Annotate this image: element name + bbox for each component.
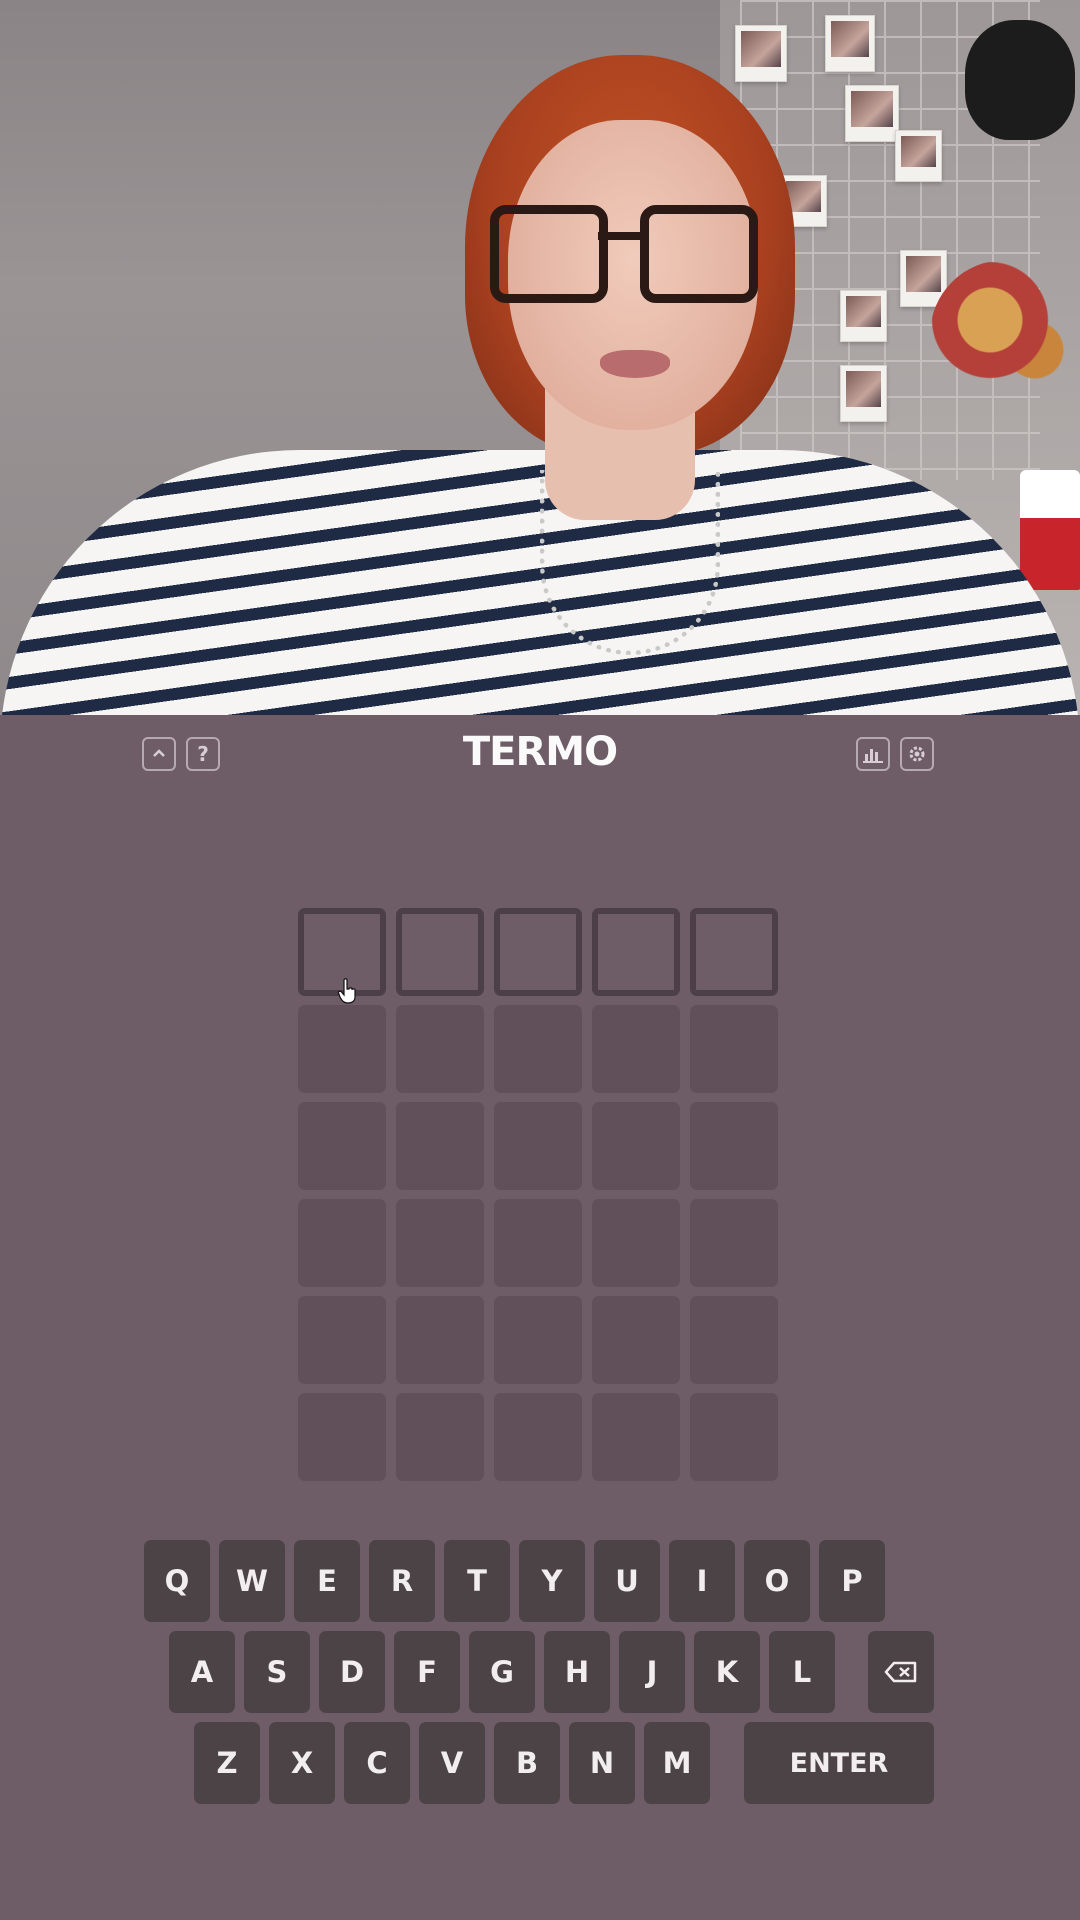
board-tile [690,1296,778,1384]
board-tile [494,1102,582,1190]
key-n[interactable]: N [569,1722,635,1804]
key-z[interactable]: Z [194,1722,260,1804]
photo [840,365,887,422]
plush-toy [965,20,1075,140]
keyboard-row-2: ASDFGHJKL [169,1631,835,1713]
gear-icon[interactable] [900,737,934,771]
stats-icon[interactable] [856,737,890,771]
key-v[interactable]: V [419,1722,485,1804]
board-tile [494,1199,582,1287]
key-q[interactable]: Q [144,1540,210,1622]
board-tile [298,1199,386,1287]
key-i[interactable]: I [669,1540,735,1622]
key-l[interactable]: L [769,1631,835,1713]
glasses-bridge [598,232,642,240]
key-y[interactable]: Y [519,1540,585,1622]
board-tile [494,1296,582,1384]
key-a[interactable]: A [169,1631,235,1713]
board-tile[interactable] [494,908,582,996]
board-tile [494,1393,582,1481]
board-tile [396,1393,484,1481]
key-o[interactable]: O [744,1540,810,1622]
board-tile [396,1296,484,1384]
key-t[interactable]: T [444,1540,510,1622]
key-d[interactable]: D [319,1631,385,1713]
key-k[interactable]: K [694,1631,760,1713]
photo [845,85,899,142]
board-tile [592,1296,680,1384]
game-board [298,908,778,1481]
hand-cursor-icon [338,978,356,1004]
key-e[interactable]: E [294,1540,360,1622]
board-tile [690,1393,778,1481]
mug [1020,470,1080,590]
board-tile [592,1102,680,1190]
board-tile[interactable] [592,908,680,996]
photo [825,15,875,72]
backspace-key[interactable] [868,1631,934,1713]
board-tile [298,1393,386,1481]
board-tile [396,1199,484,1287]
board-tile [592,1199,680,1287]
board-tile [494,1005,582,1093]
person-mouth [600,350,670,378]
key-r[interactable]: R [369,1540,435,1622]
necklace [540,470,720,655]
board-tile [592,1393,680,1481]
key-j[interactable]: J [619,1631,685,1713]
webcam-video [0,0,1080,715]
key-u[interactable]: U [594,1540,660,1622]
key-h[interactable]: H [544,1631,610,1713]
board-tile [690,1005,778,1093]
board-tile [396,1005,484,1093]
glasses-left [490,205,608,303]
enter-key[interactable]: ENTER [744,1722,934,1804]
board-tile [298,1102,386,1190]
board-tile [690,1102,778,1190]
photo [895,130,942,182]
board-tile [690,1199,778,1287]
board-tile[interactable] [396,908,484,996]
photo [840,290,887,342]
key-w[interactable]: W [219,1540,285,1622]
key-b[interactable]: B [494,1722,560,1804]
flowers [930,260,1080,410]
key-f[interactable]: F [394,1631,460,1713]
key-s[interactable]: S [244,1631,310,1713]
board-tile [298,1005,386,1093]
board-tile [396,1102,484,1190]
key-p[interactable]: P [819,1540,885,1622]
key-m[interactable]: M [644,1722,710,1804]
photo [735,25,787,82]
key-c[interactable]: C [344,1722,410,1804]
keyboard-row-1: QWERTYUIOP [144,1540,885,1622]
board-tile[interactable] [690,908,778,996]
board-tile [298,1296,386,1384]
keyboard-row-3: ZXCVBNM [194,1722,710,1804]
key-x[interactable]: X [269,1722,335,1804]
backspace-icon [884,1661,917,1683]
key-g[interactable]: G [469,1631,535,1713]
board-tile [592,1005,680,1093]
glasses-right [640,205,758,303]
